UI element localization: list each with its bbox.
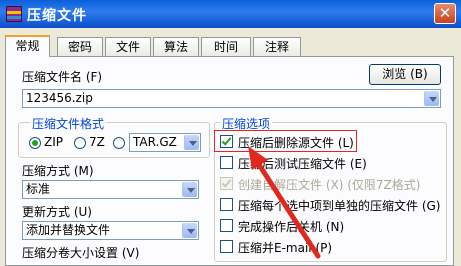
annotation-arrow-icon bbox=[248, 146, 321, 259]
tab-general[interactable]: 常规 bbox=[5, 35, 50, 57]
